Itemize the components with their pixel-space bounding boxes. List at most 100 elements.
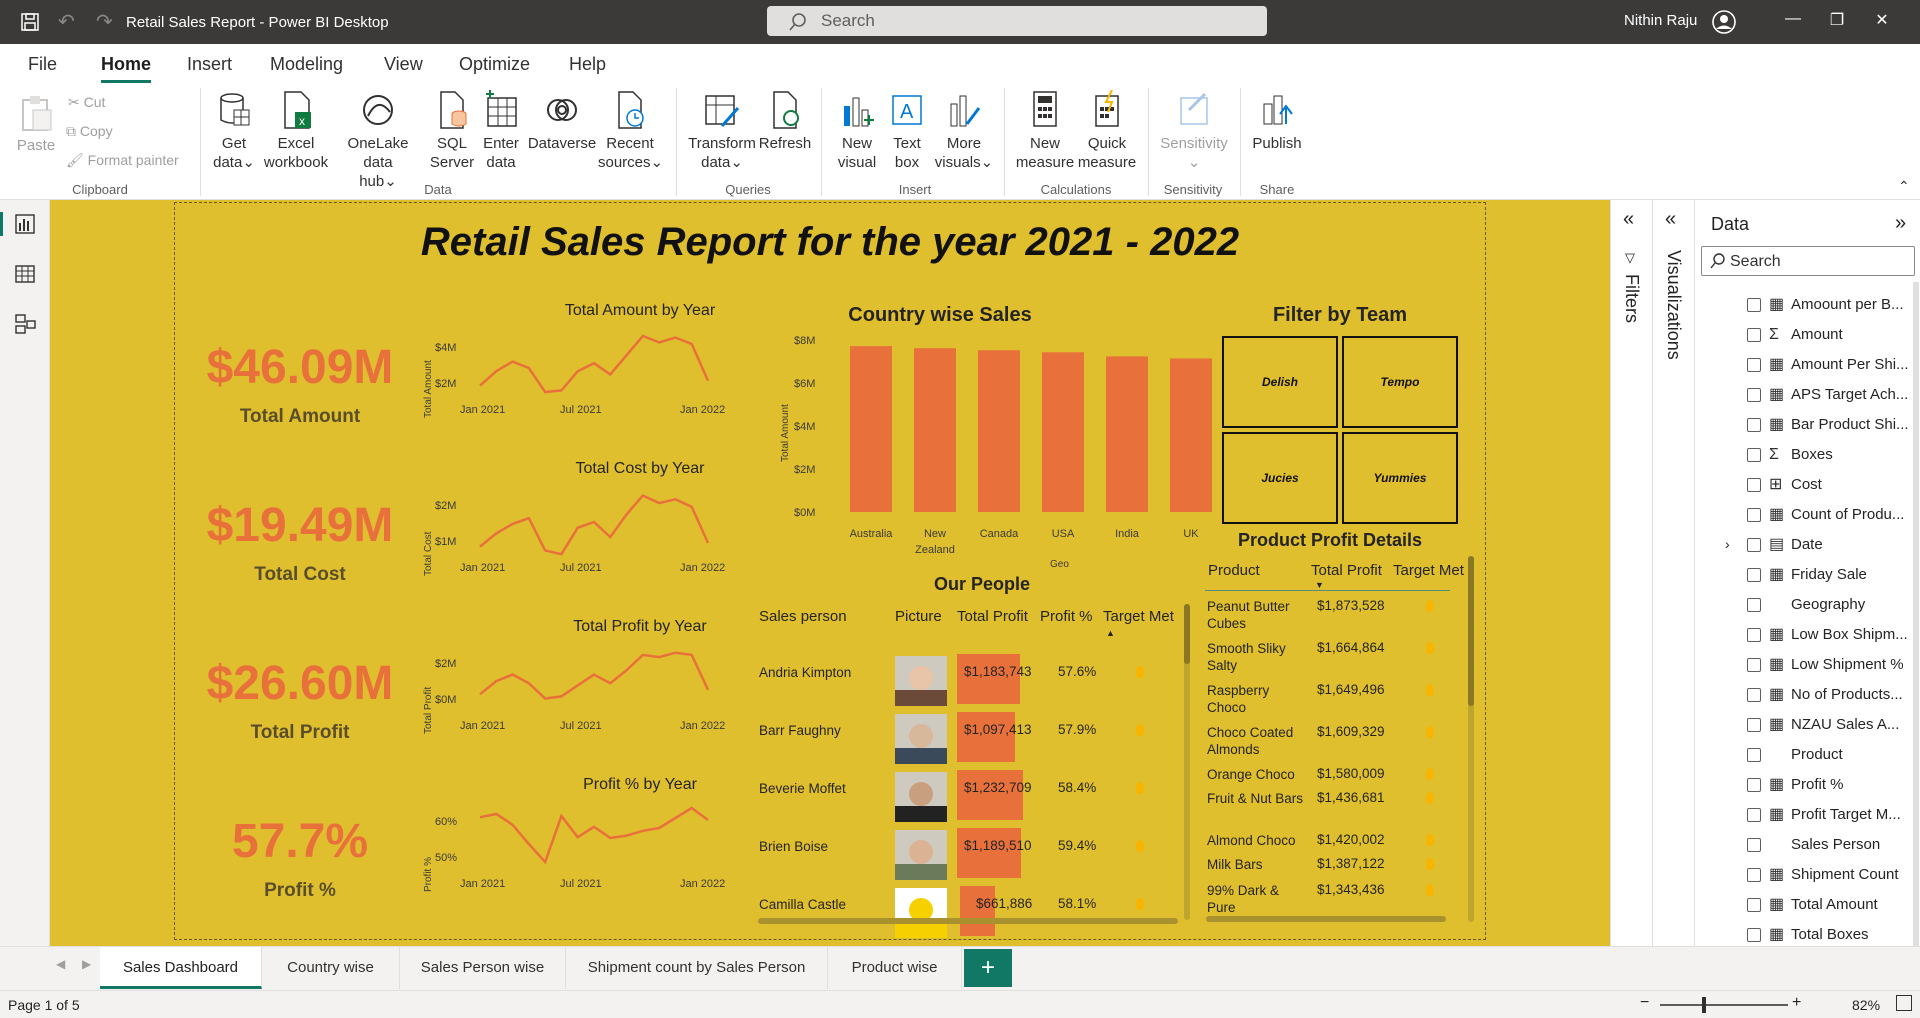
line-chart-plot[interactable] [474, 324, 714, 404]
field-name[interactable]: Low Box Shipm... [1791, 626, 1908, 643]
product-header-name[interactable]: Product [1208, 562, 1260, 579]
line-chart-plot[interactable] [474, 798, 714, 878]
menu-file[interactable]: File [28, 54, 57, 75]
field-name[interactable]: APS Target Ach... [1791, 386, 1908, 403]
field-name[interactable]: Low Shipment % [1791, 656, 1904, 673]
collapse-data-pane-icon[interactable]: » [1895, 212, 1906, 235]
bar-usa[interactable] [1042, 352, 1084, 512]
field-checkbox[interactable] [1747, 478, 1761, 492]
field-checkbox[interactable] [1747, 898, 1761, 912]
field-checkbox[interactable] [1747, 778, 1761, 792]
add-page-button[interactable]: + [964, 949, 1012, 987]
sensitivity-button[interactable]: Sensitivity ⌄ [1156, 90, 1232, 172]
field-name[interactable]: Profit % [1791, 776, 1844, 793]
quick-measure-button[interactable]: Quick measure [1076, 90, 1138, 172]
field-checkbox[interactable] [1747, 508, 1761, 522]
field-checkbox[interactable] [1747, 298, 1761, 312]
bar-new-zealand[interactable] [914, 348, 956, 512]
field-checkbox[interactable] [1747, 718, 1761, 732]
product-header-target[interactable]: Target Met [1393, 562, 1464, 579]
refresh-button[interactable]: Refresh [758, 90, 812, 153]
tab-scroll-left-icon[interactable]: ◀ [56, 957, 65, 971]
filters-pane-collapsed[interactable]: « ▽ Filters [1610, 200, 1652, 946]
field-name[interactable]: Bar Product Shi... [1791, 416, 1909, 433]
field-name[interactable]: Total Boxes [1791, 926, 1869, 943]
bar-australia[interactable] [850, 346, 892, 512]
restore-icon[interactable]: ❐ [1825, 10, 1849, 34]
field-checkbox[interactable] [1747, 868, 1761, 882]
fit-to-page-icon[interactable] [1896, 995, 1912, 1011]
line-chart-plot[interactable] [474, 640, 714, 720]
menu-modeling[interactable]: Modeling [270, 54, 343, 75]
field-checkbox[interactable] [1747, 448, 1761, 462]
collapse-ribbon-icon[interactable]: ⌃ [1898, 178, 1910, 195]
enter-data-button[interactable]: Enter data [478, 90, 524, 172]
excel-workbook-button[interactable]: x Excel workbook [262, 90, 330, 172]
sql-server-button[interactable]: SQL Server [428, 90, 476, 172]
save-icon[interactable] [20, 12, 40, 32]
team-tile-tempo[interactable]: Tempo [1342, 336, 1458, 428]
people-header-pct[interactable]: Profit % [1040, 608, 1093, 625]
field-checkbox[interactable] [1747, 628, 1761, 642]
field-name[interactable]: Friday Sale [1791, 566, 1867, 583]
field-checkbox[interactable] [1747, 568, 1761, 582]
team-tile-delish[interactable]: Delish [1222, 336, 1338, 428]
team-tile-jucies[interactable]: Jucies [1222, 432, 1338, 524]
report-canvas[interactable]: Retail Sales Report for the year 2021 - … [50, 200, 1610, 946]
menu-help[interactable]: Help [569, 54, 606, 75]
field-checkbox[interactable] [1747, 598, 1761, 612]
minimize-icon[interactable]: — [1781, 10, 1805, 34]
team-tile-yummies[interactable]: Yummies [1342, 432, 1458, 524]
product-header-profit[interactable]: Total Profit [1311, 562, 1382, 579]
tab-product-wise[interactable]: Product wise [828, 947, 962, 989]
zoom-out-icon[interactable]: − [1640, 994, 1649, 1012]
avatar-icon[interactable] [1712, 10, 1736, 34]
tab-shipment-count[interactable]: Shipment count by Sales Person [566, 947, 828, 989]
menu-view[interactable]: View [384, 54, 423, 75]
menu-optimize[interactable]: Optimize [459, 54, 530, 75]
field-name[interactable]: Date [1791, 536, 1823, 553]
field-name[interactable]: Cost [1791, 476, 1822, 493]
field-name[interactable]: Product [1791, 746, 1843, 763]
data-pane-scrollbar[interactable] [1913, 282, 1919, 982]
new-measure-button[interactable]: New measure [1014, 90, 1076, 172]
recent-sources-button[interactable]: Recent sources⌄ [598, 90, 663, 172]
field-name[interactable]: Profit Target M... [1791, 806, 1901, 823]
transform-data-button[interactable]: Transform data⌄ [686, 90, 758, 172]
field-checkbox[interactable] [1747, 358, 1761, 372]
expand-chevron-icon[interactable]: › [1725, 536, 1730, 552]
undo-icon[interactable]: ↶ [58, 9, 75, 34]
report-view-icon[interactable] [14, 213, 36, 235]
get-data-button[interactable]: Get data⌄ [208, 90, 260, 172]
visualizations-pane-collapsed[interactable]: « Visualizations [1652, 200, 1694, 946]
more-visuals-button[interactable]: More visuals⌄ [934, 90, 994, 172]
field-checkbox[interactable] [1747, 688, 1761, 702]
field-name[interactable]: Count of Produ... [1791, 506, 1904, 523]
menu-home[interactable]: Home [101, 54, 152, 83]
bar-india[interactable] [1106, 356, 1148, 512]
field-name[interactable]: Sales Person [1791, 836, 1880, 853]
field-name[interactable]: Amount [1791, 326, 1843, 343]
line-chart-plot[interactable] [474, 482, 714, 562]
redo-icon[interactable]: ↷ [96, 9, 113, 34]
field-checkbox[interactable] [1747, 928, 1761, 942]
field-checkbox[interactable] [1747, 808, 1761, 822]
zoom-in-icon[interactable]: + [1792, 994, 1801, 1012]
model-view-icon[interactable] [14, 313, 36, 335]
field-name[interactable]: Amoount per B... [1791, 296, 1904, 313]
people-hscrollbar[interactable] [758, 918, 1178, 924]
zoom-slider-thumb[interactable] [1702, 997, 1706, 1013]
menu-insert[interactable]: Insert [187, 54, 232, 75]
people-header-target[interactable]: Target Met [1103, 608, 1174, 625]
field-name[interactable]: Boxes [1791, 446, 1833, 463]
people-header-name[interactable]: Sales person [759, 608, 847, 625]
new-visual-button[interactable]: New visual [832, 90, 882, 172]
tab-sales-person-wise[interactable]: Sales Person wise [400, 947, 566, 989]
onelake-hub-button[interactable]: OneLake data hub⌄ [332, 90, 424, 191]
publish-button[interactable]: Publish [1246, 90, 1308, 153]
text-box-button[interactable]: A Text box [884, 90, 930, 172]
cut-button[interactable]: ✂ Cut [68, 94, 105, 111]
product-vscrollbar[interactable] [1468, 556, 1474, 706]
search-input[interactable]: Search [767, 6, 1267, 36]
field-name[interactable]: No of Products... [1791, 686, 1903, 703]
